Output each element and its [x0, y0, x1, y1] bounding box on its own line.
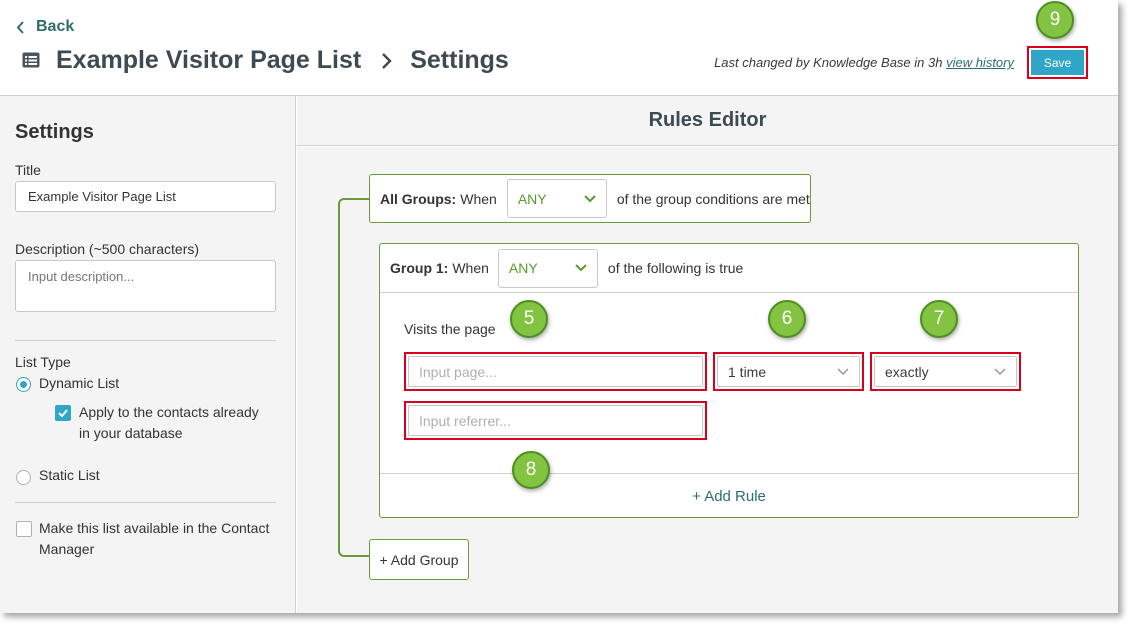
apply-existing-line2: in your database [79, 425, 183, 441]
add-group-button[interactable]: + Add Group [369, 539, 469, 580]
group-1-match-select[interactable]: ANY [497, 248, 598, 288]
group-1: Group 1: When ANY of the following is tr… [379, 243, 1079, 518]
chevron-down-icon [584, 194, 596, 203]
sidebar-divider [15, 340, 276, 341]
match-select-value: exactly [885, 363, 929, 380]
group-1-when: When [452, 260, 489, 276]
last-changed-prefix: Last changed by Knowledge Base in 3h [714, 55, 947, 70]
static-list-radio[interactable] [16, 470, 31, 485]
sidebar-heading: Settings [15, 121, 94, 143]
sidebar-divider [15, 502, 276, 503]
back-label: Back [36, 18, 75, 35]
settings-sidebar: Settings Title Description (~500 charact… [0, 96, 296, 613]
times-select-value: 1 time [728, 363, 767, 380]
contact-manager-line2: Manager [39, 541, 95, 557]
referrer-input-highlight: Input referrer... [404, 401, 707, 440]
add-rule-row: + Add Rule [380, 473, 1078, 518]
list-icon [22, 52, 40, 68]
group-1-select-value: ANY [508, 260, 538, 276]
match-select-highlight: exactly [870, 352, 1021, 391]
apply-existing-line1: Apply to the contacts already [79, 404, 259, 420]
description-label: Description (~500 characters) [15, 241, 200, 257]
last-changed-text: Last changed by Knowledge Base in 3h vie… [714, 55, 1014, 70]
breadcrumb-list-name: Example Visitor Page List [56, 46, 362, 74]
breadcrumb-section: Settings [410, 46, 509, 74]
callout-badge-match: 7 [920, 300, 958, 338]
add-rule-button[interactable]: + Add Rule [692, 488, 766, 505]
rule-label: Visits the page [404, 321, 496, 337]
static-list-label: Static List [39, 467, 100, 483]
list-type-label: List Type [15, 354, 71, 370]
contact-manager-checkbox[interactable] [16, 521, 32, 537]
view-history-link[interactable]: view history [946, 55, 1014, 70]
rules-editor-title: Rules Editor [297, 96, 1118, 146]
chevron-down-icon [575, 264, 587, 272]
match-type-select[interactable]: exactly [874, 356, 1017, 387]
group-1-suffix: of the following is true [607, 260, 744, 276]
chevron-right-icon [381, 52, 392, 70]
chevron-left-icon [16, 20, 24, 34]
callout-badge-rule: 5 [510, 300, 548, 338]
times-select[interactable]: 1 time [717, 356, 860, 387]
save-button[interactable]: Save [1031, 50, 1084, 75]
app-window: Back Example Visitor Page List Settings … [0, 0, 1118, 613]
callout-badge-save: 9 [1036, 1, 1074, 39]
apply-existing-label: Apply to the contacts already in your da… [79, 402, 259, 444]
dynamic-list-label: Dynamic List [39, 375, 120, 391]
back-link[interactable]: Back [16, 16, 74, 38]
all-groups-condition: All Groups: When ANY of the group condit… [369, 174, 811, 223]
all-groups-match-select[interactable]: ANY [506, 179, 607, 218]
group-1-prefix: Group 1: [390, 260, 449, 276]
title-label: Title [15, 162, 41, 178]
contact-manager-line1: Make this list available in the Contact [39, 520, 270, 536]
page-input[interactable]: Input page... [408, 356, 703, 387]
contact-manager-label: Make this list available in the Contact … [39, 518, 269, 560]
save-highlight: Save [1027, 46, 1088, 79]
referrer-input[interactable]: Input referrer... [408, 405, 703, 436]
all-groups-select-value: ANY [517, 190, 547, 207]
check-icon [58, 409, 68, 418]
all-groups-prefix: All Groups: [380, 190, 457, 207]
group-1-header: Group 1: When ANY of the following is tr… [380, 244, 1078, 293]
apply-existing-checkbox[interactable] [55, 405, 71, 421]
title-input[interactable] [15, 181, 276, 212]
dynamic-list-radio[interactable] [16, 377, 31, 392]
chevron-down-icon [837, 367, 849, 376]
all-groups-suffix: of the group conditions are met [616, 190, 810, 207]
chevron-down-icon [994, 367, 1006, 376]
times-select-highlight: 1 time [713, 352, 864, 391]
description-input[interactable] [15, 260, 276, 312]
callout-badge-referrer: 8 [512, 451, 550, 489]
page-input-highlight: Input page... [404, 352, 707, 391]
callout-badge-times: 6 [768, 300, 806, 338]
group-connector [338, 198, 370, 557]
all-groups-when: When [460, 190, 497, 207]
page-title: Example Visitor Page List Settings [56, 46, 509, 75]
